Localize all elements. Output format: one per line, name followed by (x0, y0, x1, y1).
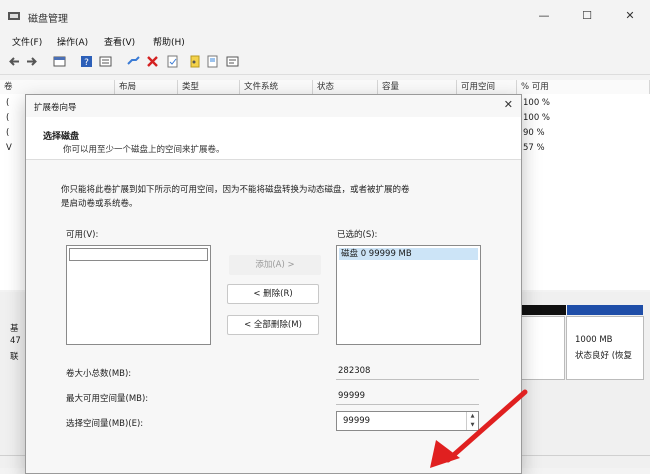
disk-size-label: 47 (10, 336, 21, 346)
volume-name: ( (6, 128, 10, 138)
empty-list-item (69, 248, 208, 261)
column-free-space[interactable]: 可用空间 (457, 80, 517, 94)
total-size-label: 卷大小总数(MB): (66, 369, 132, 379)
column-capacity[interactable]: 容量 (378, 80, 457, 94)
spin-arrows[interactable]: ▲ ▼ (466, 412, 478, 430)
max-space-value: 99999 (336, 388, 479, 405)
dialog-close-button[interactable]: ✕ (504, 98, 513, 111)
column-filesystem[interactable]: 文件系统 (240, 80, 313, 94)
primary-partition-strip (567, 305, 643, 315)
selected-disk-item[interactable]: 磁盘 0 99999 MB (339, 248, 478, 260)
description-line-2: 是启动卷或系统卷。 (61, 199, 138, 209)
partition-box[interactable] (520, 316, 565, 380)
wizard-step-subtitle: 你可以用至少一个磁盘上的空间来扩展卷。 (63, 145, 225, 155)
connect-icon[interactable] (127, 55, 140, 68)
wizard-step-title: 选择磁盘 (43, 132, 80, 142)
title-bar: 磁盘管理 — ☐ ✕ (0, 0, 650, 32)
remove-button[interactable]: < 删除(R) (227, 284, 319, 304)
disk-list-icon[interactable] (99, 55, 112, 68)
select-space-label: 选择空间量(MB)(E): (66, 419, 144, 429)
back-icon[interactable] (8, 55, 21, 68)
wizard-header: 选择磁盘 你可以用至少一个磁盘上的空间来扩展卷。 (26, 117, 521, 160)
close-button[interactable]: ✕ (622, 8, 638, 24)
menu-file[interactable]: 文件(F) (12, 35, 42, 48)
menu-action[interactable]: 操作(A) (57, 35, 88, 48)
volume-name: V (6, 143, 12, 153)
disk-label: 基 (10, 324, 19, 334)
selected-listbox[interactable]: 磁盘 0 99999 MB (336, 245, 481, 345)
disk-status-label: 联 (10, 352, 19, 362)
extend-volume-wizard: 扩展卷向导 ✕ 选择磁盘 你可以用至少一个磁盘上的空间来扩展卷。 你只能将此卷扩… (25, 94, 522, 474)
max-space-label: 最大可用空间量(MB): (66, 394, 149, 404)
select-space-input[interactable]: 99999 (343, 416, 370, 426)
svg-text:?: ? (84, 58, 89, 68)
partition-size: 1000 MB (575, 335, 613, 345)
volume-list-icon[interactable] (53, 55, 66, 68)
unallocated-strip (520, 305, 566, 315)
column-percent-free[interactable]: % 可用 (517, 80, 650, 94)
total-size-value: 282308 (336, 363, 479, 380)
percent-free: 90 % (523, 128, 545, 138)
selected-label: 已选的(S): (337, 230, 378, 240)
percent-free: 100 % (523, 98, 551, 108)
recovery-partition[interactable]: 1000 MB 状态良好 (恢复 (566, 316, 644, 380)
percent-free: 57 % (523, 143, 545, 153)
dialog-title: 扩展卷向导 (34, 103, 77, 113)
maximize-button[interactable]: ☐ (579, 8, 595, 24)
available-label: 可用(V): (66, 230, 99, 240)
help-icon[interactable]: ? (80, 55, 93, 68)
open-icon[interactable] (188, 55, 201, 68)
properties-icon[interactable] (166, 55, 179, 68)
add-button[interactable]: 添加(A) > (229, 255, 321, 275)
description-line-1: 你只能将此卷扩展到如下所示的可用空间，因为不能将磁盘转换为动态磁盘，或者被扩展的… (61, 185, 410, 195)
available-listbox[interactable] (66, 245, 211, 345)
menu-help[interactable]: 帮助(H) (153, 35, 185, 48)
percent-free: 100 % (523, 113, 551, 123)
disk-management-icon (8, 12, 20, 20)
delete-icon[interactable] (146, 55, 159, 68)
select-space-stepper[interactable]: 99999 ▲ ▼ (336, 411, 479, 431)
column-volume[interactable]: 卷 (0, 80, 115, 94)
explore-icon[interactable] (206, 55, 219, 68)
remove-all-button[interactable]: < 全部删除(M) (227, 315, 319, 335)
minimize-button[interactable]: — (536, 8, 552, 24)
column-status[interactable]: 状态 (313, 80, 378, 94)
menu-bar: 文件(F) 操作(A) 查看(V) 帮助(H) (0, 32, 650, 50)
volume-name: ( (6, 113, 10, 123)
rescan-icon[interactable] (226, 55, 239, 68)
volume-list-header: 卷 布局 类型 文件系统 状态 容量 可用空间 % 可用 (0, 80, 650, 95)
spin-down-icon[interactable]: ▼ (467, 421, 478, 430)
menu-view[interactable]: 查看(V) (104, 35, 135, 48)
toolbar: ? (0, 50, 650, 75)
window-title: 磁盘管理 (28, 14, 68, 25)
column-layout[interactable]: 布局 (115, 80, 178, 94)
column-type[interactable]: 类型 (178, 80, 240, 94)
spin-up-icon[interactable]: ▲ (467, 412, 478, 421)
forward-icon[interactable] (25, 55, 38, 68)
partition-status: 状态良好 (恢复 (575, 351, 633, 361)
volume-name: ( (6, 98, 10, 108)
